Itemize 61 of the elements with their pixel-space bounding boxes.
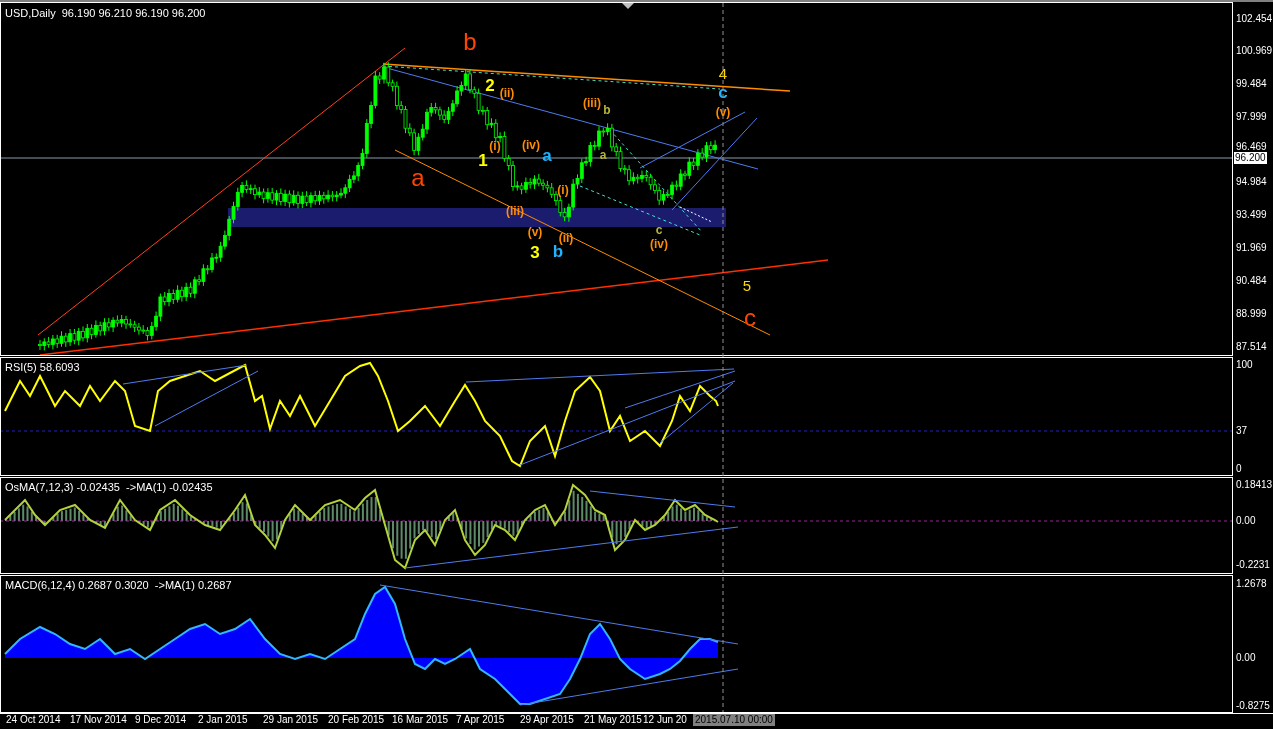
wave-label: (iv) <box>650 238 668 250</box>
indicator-axis-label: 100 <box>1236 360 1253 370</box>
wave-label: c <box>744 306 756 330</box>
cursor-time-label: 2015.07.10 00:00 <box>693 714 775 726</box>
wave-label: (ii) <box>558 232 574 244</box>
time-axis-label: 12 Jun 20 <box>643 715 687 725</box>
indicator-axis-label: 0.00 <box>1236 653 1256 663</box>
wave-label: (iii) <box>583 97 601 109</box>
indicator-axis-label: 0 <box>1236 464 1242 474</box>
time-axis-label: 2 Jan 2015 <box>198 715 248 725</box>
indicator-title: RSI(5) 58.6093 <box>5 360 80 375</box>
wave-label: 4 <box>718 65 728 81</box>
time-axis-label: 9 Dec 2014 <box>135 715 187 725</box>
symbol-title: USD,Daily <box>5 6 56 21</box>
wave-label: b <box>603 104 611 116</box>
price-axis-label: 102.454 <box>1236 14 1273 24</box>
price-axis-label: 90.484 <box>1236 276 1267 286</box>
indicator-axis-label: 0.18413 <box>1236 480 1273 490</box>
wave-label: a <box>599 149 607 161</box>
indicator-title: MACD(6,12,4) 0.2687 0.3020 ->MA(1) 0.2687 <box>5 578 232 593</box>
wave-label: (i) <box>489 140 501 152</box>
price-axis-label: 88.999 <box>1236 309 1267 319</box>
time-axis-label: 20 Feb 2015 <box>328 715 385 725</box>
wave-label: (iii) <box>506 205 524 217</box>
price-axis-label: 96.469 <box>1236 142 1267 152</box>
wave-label: a <box>411 166 425 190</box>
wave-label: c <box>718 83 728 101</box>
indicator-axis-label: 1.2678 <box>1236 579 1267 589</box>
indicator-axis-label: 37 <box>1236 426 1248 436</box>
wave-label: (i) <box>557 184 569 196</box>
price-axis-label: 99.484 <box>1236 79 1267 89</box>
wave-label: (iv) <box>522 139 540 151</box>
wave-label: b <box>463 30 477 54</box>
indicator-axis-label: 0.00 <box>1236 516 1256 526</box>
indicator-title: OsMA(7,12,3) -0.02435 ->MA(1) -0.02435 <box>5 480 213 495</box>
time-axis-label: 7 Apr 2015 <box>456 715 505 725</box>
wave-label: (ii) <box>499 87 515 99</box>
time-axis-label: 29 Apr 2015 <box>520 715 574 725</box>
time-axis-label: 17 Nov 2014 <box>70 715 127 725</box>
wave-label: (v) <box>715 106 731 118</box>
time-axis-label: 29 Jan 2015 <box>263 715 319 725</box>
price-axis-label: 93.499 <box>1236 210 1267 220</box>
wave-label: 3 <box>530 243 540 261</box>
current-price-label: 96.200 <box>1234 152 1267 164</box>
wave-label: c <box>655 224 663 236</box>
time-axis-label: 16 Mar 2015 <box>392 715 449 725</box>
time-axis-label: 24 Oct 2014 <box>6 715 61 725</box>
price-axis-label: 97.999 <box>1236 112 1267 122</box>
wave-label: 5 <box>742 277 752 293</box>
wave-label: 2 <box>485 76 495 94</box>
indicator-axis-label: -0.2231 <box>1236 560 1270 570</box>
indicator-axis-label: -0.8275 <box>1236 701 1270 711</box>
price-axis-label: 87.514 <box>1236 342 1267 352</box>
wave-label: a <box>542 146 552 164</box>
price-axis-label: 91.969 <box>1236 243 1267 253</box>
ohlc-quote: 96.190 96.210 96.190 96.200 <box>61 6 206 21</box>
time-axis-label: 21 May 2015 <box>584 715 642 725</box>
wave-label: 1 <box>478 151 488 169</box>
price-axis-label: 94.984 <box>1236 177 1267 187</box>
price-axis-label: 100.969 <box>1236 46 1273 56</box>
wave-label: (v) <box>527 226 543 238</box>
